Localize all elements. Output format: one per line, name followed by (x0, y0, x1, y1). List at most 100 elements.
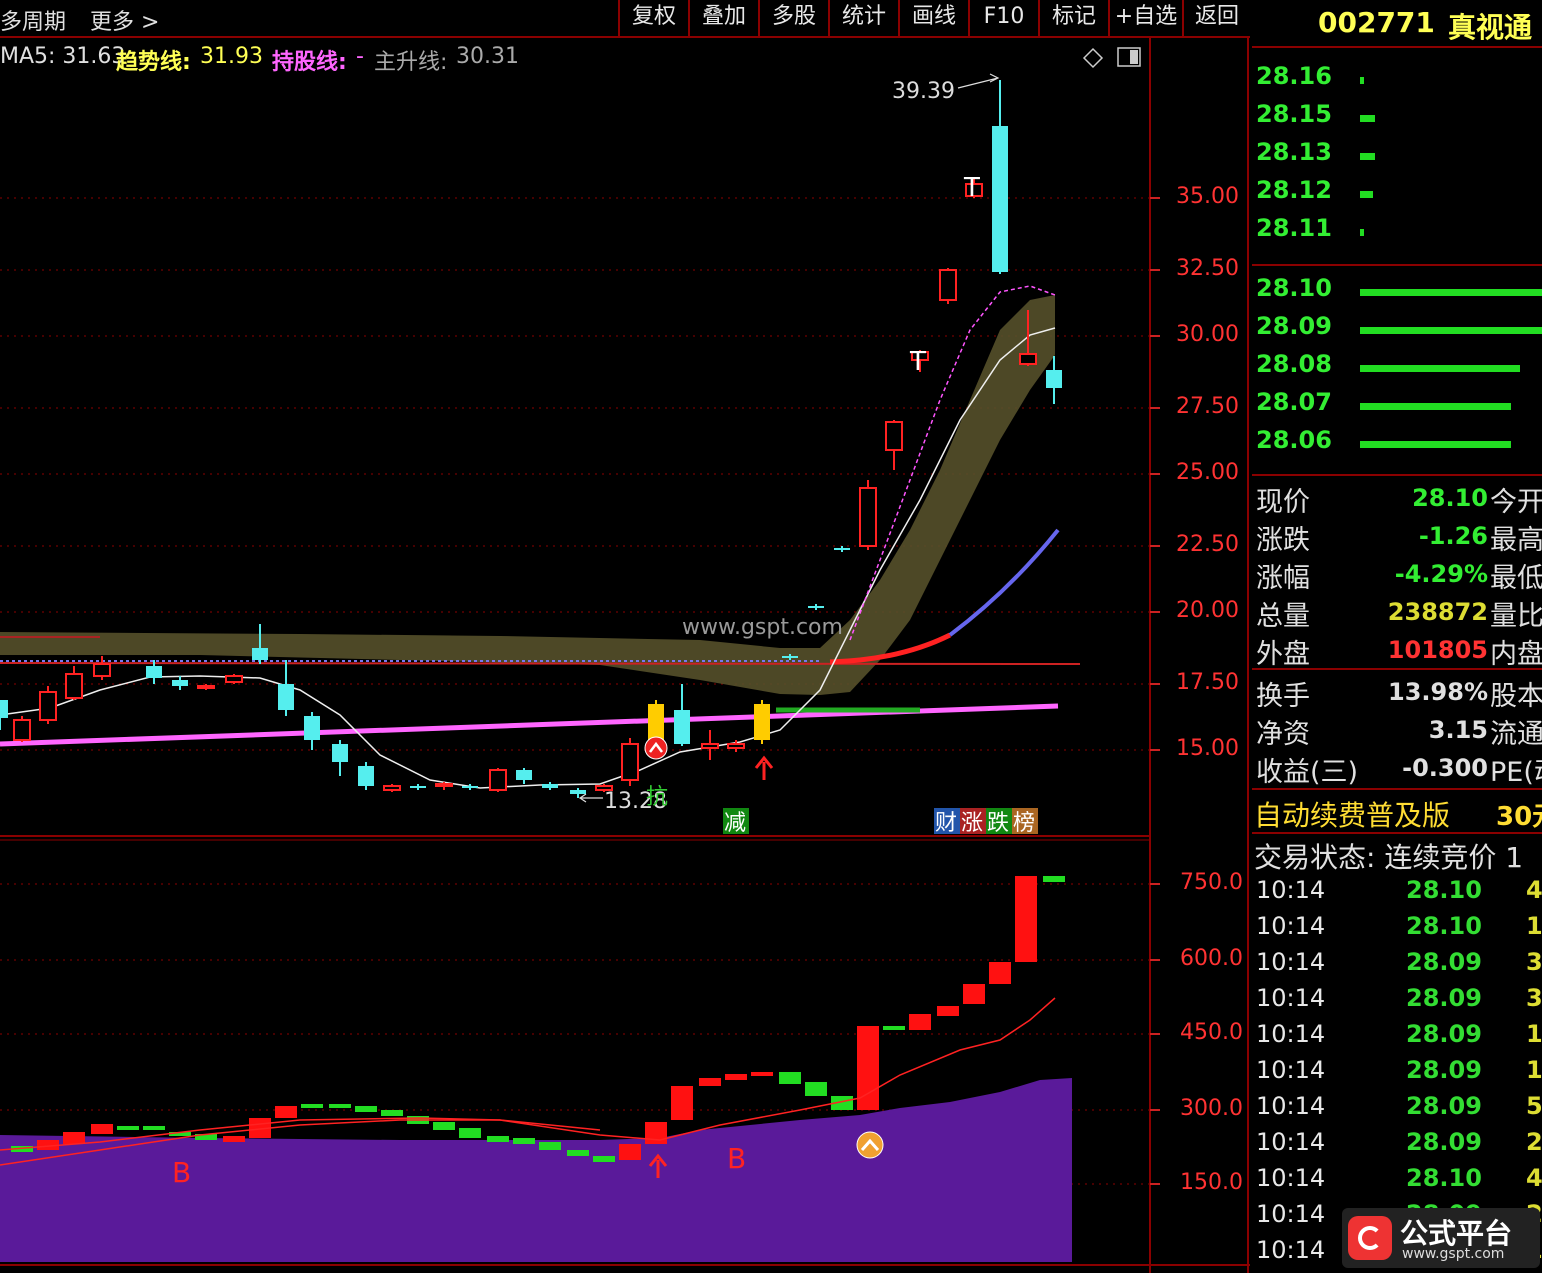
quote-row: 涨幅 -4.29% 最低 (1254, 556, 1542, 594)
tick-time: 10:14 (1256, 1128, 1326, 1156)
volume-bar (1015, 876, 1037, 962)
bid-price[interactable]: 28.08 (1256, 350, 1332, 388)
trend-legend-label: 趋势线: (116, 50, 191, 75)
tick-volume: 10 (1526, 912, 1542, 940)
volume-bar (513, 1138, 535, 1144)
ask-price[interactable]: 28.12 (1256, 176, 1332, 214)
candle-body (304, 716, 320, 740)
back-button[interactable]: 返回 (1182, 0, 1250, 36)
tick-price: 28.09 (1406, 1056, 1482, 1084)
volume-bar (567, 1150, 589, 1156)
more-menu-button[interactable]: 更多 > (90, 4, 159, 36)
add-watchlist-button[interactable]: +自选 (1108, 0, 1182, 36)
volume-axis-label: 300.0 (1180, 1096, 1243, 1121)
news-tag-rank[interactable]: 榜 (1013, 811, 1035, 836)
volume-axis-label: 600.0 (1180, 946, 1243, 971)
stock-name: 真视通 (1448, 11, 1533, 44)
candle-body (435, 783, 453, 787)
volume-bar (963, 984, 985, 1004)
high-arrow (957, 73, 1000, 89)
reduce-tag: 减 (724, 811, 746, 836)
bid-price[interactable]: 28.07 (1256, 388, 1332, 426)
volume-bar (487, 1136, 509, 1142)
ask-price[interactable]: 28.15 (1256, 100, 1332, 138)
tick-volume: 15 (1526, 1020, 1542, 1048)
volume-bar (805, 1082, 827, 1096)
multi-period-button[interactable]: 多周期 (0, 4, 66, 36)
f10-button[interactable]: F10 (968, 0, 1038, 36)
price-axis-label: 27.50 (1176, 394, 1239, 419)
quote-suffix-label: 最低 (1490, 563, 1542, 594)
up-arrow-icon (754, 755, 774, 780)
news-tag-finance[interactable]: 财 (935, 811, 957, 836)
promo-divider (1252, 788, 1542, 790)
quote-label: 涨跌 (1256, 525, 1310, 556)
overlay-button[interactable]: 叠加 (688, 0, 758, 36)
price-axis-label: 30.00 (1176, 322, 1239, 347)
logo: 公式平台 www.gspt.com (1342, 1208, 1540, 1268)
tick-price: 28.09 (1406, 1020, 1482, 1048)
volume-bar (223, 1136, 245, 1142)
main-legend-label: 主升线: (374, 50, 448, 75)
promo-text[interactable]: 自动续费普及版 (1254, 794, 1450, 834)
multi-stock-button[interactable]: 多股 (758, 0, 828, 36)
quote-label: 涨幅 (1256, 563, 1310, 594)
quote-label: 外盘 (1256, 639, 1310, 670)
tick-time: 10:14 (1256, 1200, 1326, 1228)
window-icon-fill (1130, 50, 1138, 64)
quote-row: 涨跌 -1.26 最高 (1254, 518, 1542, 556)
tick-time: 10:14 (1256, 984, 1326, 1012)
volume-bar (883, 1026, 905, 1030)
volume-area (0, 1078, 1072, 1262)
candle-body (197, 685, 215, 689)
trade-status: 交易状态: 连续竞价 1 (1254, 841, 1524, 874)
candle-body (252, 648, 268, 660)
diamond-icon[interactable] (1082, 47, 1104, 69)
mark-button[interactable]: 标记 (1038, 0, 1108, 36)
volume-bar (329, 1104, 351, 1108)
candle-body (808, 606, 824, 608)
t-marker-1: T (963, 173, 980, 203)
candle-body (39, 691, 57, 721)
volume-axis-label: 450.0 (1180, 1020, 1243, 1045)
stock-code: 002771 (1318, 6, 1435, 39)
candle-body (885, 421, 903, 451)
news-tag-down[interactable]: 跌 (987, 811, 1009, 836)
volume-bar (459, 1128, 481, 1138)
restore-rights-button[interactable]: 复权 (618, 0, 688, 36)
candle-body (674, 710, 690, 744)
volume-bar (593, 1156, 615, 1162)
quote-row: 外盘 101805 内盘 (1254, 632, 1542, 670)
bid-price[interactable]: 28.10 (1256, 274, 1332, 312)
bid-price[interactable]: 28.06 (1256, 426, 1332, 464)
candle-body (570, 790, 586, 794)
candle-body (358, 766, 374, 786)
promo-price[interactable]: 30元 (1496, 796, 1542, 833)
quote-value: 101805 (1387, 636, 1488, 664)
candle-body (621, 743, 639, 781)
tick-volume: 38 (1526, 948, 1542, 976)
kline-chart[interactable]: 39.39 13.28 www.gspt.com T T 减 财 涨 跌 榜 抗… (0, 36, 1252, 1273)
ask-size-bar (1360, 77, 1364, 84)
quote-value: -0.300 (1402, 754, 1488, 782)
t-marker-2: T (909, 347, 926, 377)
draw-line-button[interactable]: 画线 (898, 0, 968, 36)
ask-price[interactable]: 28.13 (1256, 138, 1332, 176)
candle-body (834, 548, 850, 550)
statistics-button[interactable]: 统计 (828, 0, 898, 36)
watermark: www.gspt.com (682, 615, 843, 640)
ask-price[interactable]: 28.11 (1256, 214, 1332, 252)
news-tag-up[interactable]: 涨 (961, 811, 983, 836)
volume-bar (619, 1144, 641, 1160)
volume-bar (725, 1074, 747, 1080)
tick-row: 10:14 28.10 47 (1254, 1164, 1542, 1200)
trend-band (0, 295, 1055, 695)
quote-row: 净资 3.15 流通 (1254, 712, 1542, 750)
candle-body (146, 666, 162, 678)
bid-price[interactable]: 28.09 (1256, 312, 1332, 350)
ask-size-bar (1360, 115, 1375, 122)
candle-body (462, 786, 478, 788)
trend-legend-value: 31.93 (200, 44, 263, 69)
tick-price: 28.10 (1406, 912, 1482, 940)
ask-price[interactable]: 28.16 (1256, 62, 1332, 100)
